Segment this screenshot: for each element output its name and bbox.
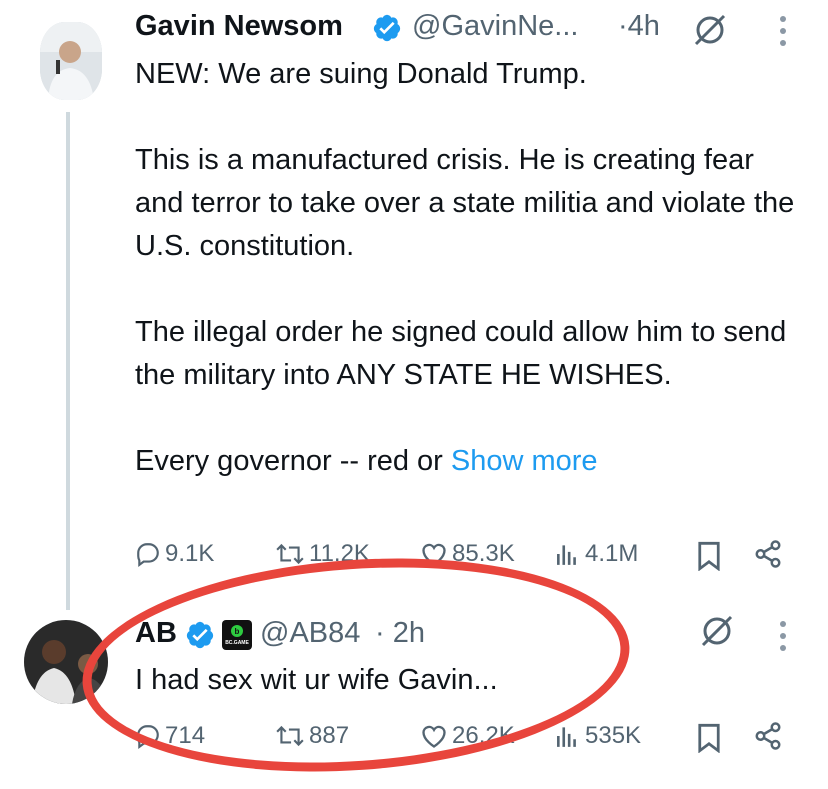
views-button[interactable]: 4.1M	[553, 540, 638, 568]
share-icon[interactable]	[753, 539, 783, 574]
repost-icon	[275, 541, 305, 567]
reply-icon	[135, 541, 161, 567]
reply-count: 9.1K	[165, 540, 215, 567]
author-handle[interactable]: @GavinNe...	[412, 10, 578, 43]
avatar-gavin[interactable]	[40, 22, 102, 100]
tweet-body: NEW: We are suing Donald Trump. This is …	[135, 58, 795, 477]
views-count: 4.1M	[585, 540, 639, 567]
share-icon[interactable]	[753, 721, 783, 756]
grok-icon[interactable]	[690, 10, 730, 55]
tweet-text: NEW: We are suing Donald Trump. This is …	[135, 53, 805, 483]
more-icon[interactable]	[776, 619, 790, 658]
verified-icon	[372, 13, 402, 48]
thread-line	[66, 112, 70, 610]
show-more-link[interactable]: Show more	[451, 445, 598, 477]
bookmark-icon[interactable]	[697, 541, 721, 576]
bookmark-icon[interactable]	[697, 723, 721, 758]
tweet-time[interactable]: ·4h	[618, 10, 660, 43]
views-icon	[553, 723, 581, 749]
author-name[interactable]: Gavin Newsom	[135, 10, 343, 43]
annotation-circle	[75, 541, 637, 789]
views-count: 535K	[585, 722, 642, 749]
grok-icon[interactable]	[697, 611, 737, 656]
more-icon[interactable]	[776, 14, 790, 53]
views-icon	[553, 541, 581, 567]
reply-button[interactable]: 9.1K	[135, 540, 214, 568]
views-button[interactable]: 535K	[553, 722, 641, 750]
